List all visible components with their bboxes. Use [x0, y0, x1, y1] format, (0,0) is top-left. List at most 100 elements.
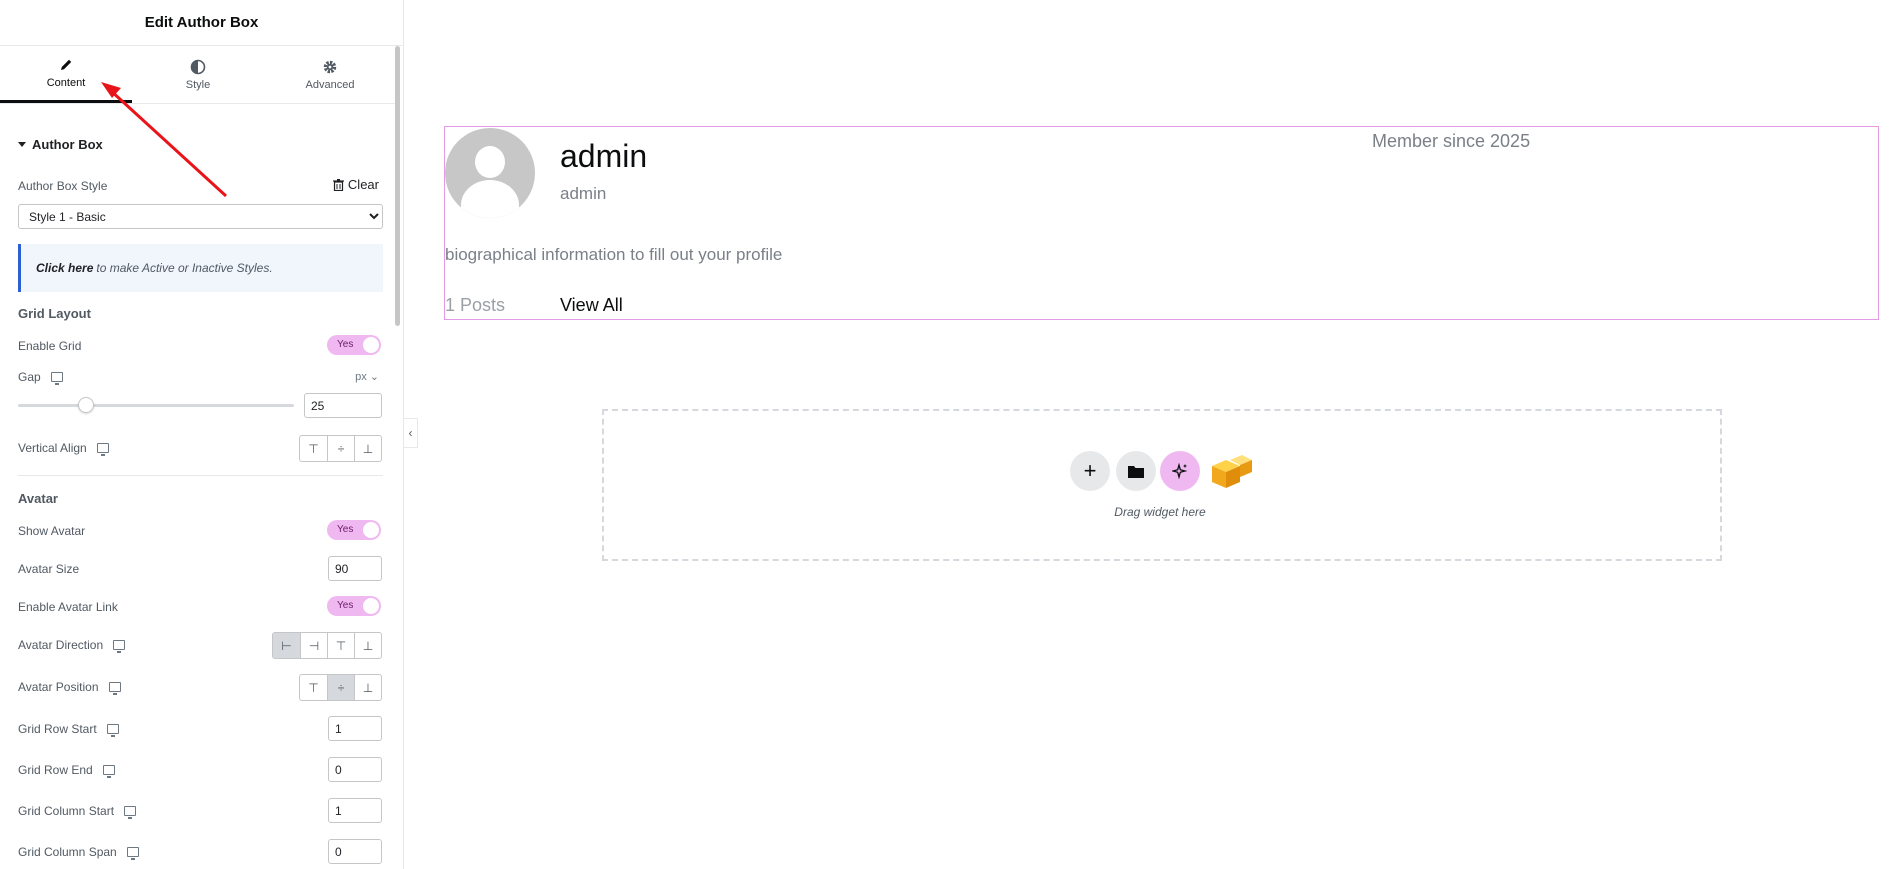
grid-column-start-label: Grid Column Start	[18, 804, 137, 819]
monitor-icon[interactable]	[102, 765, 115, 778]
grid-row-start-label: Grid Row Start	[18, 722, 119, 737]
tab-content[interactable]: Content	[0, 46, 132, 103]
collapse-panel-button[interactable]: ‹	[404, 418, 418, 448]
avatar-heading: Avatar	[18, 491, 58, 506]
position-top-button[interactable]: ⊤	[300, 675, 327, 700]
show-avatar-toggle[interactable]: Yes	[327, 520, 381, 540]
notice-link[interactable]: Click here	[36, 261, 93, 275]
monitor-icon[interactable]	[50, 372, 63, 385]
author-username: admin	[560, 184, 607, 203]
grid-column-start-text: Grid Column Start	[18, 804, 115, 818]
notice-text: to make Active or Inactive Styles.	[96, 261, 273, 275]
member-since: Member since 2025	[1372, 131, 1531, 151]
contrast-icon	[190, 59, 206, 74]
grid-column-start-input[interactable]	[328, 798, 382, 823]
align-middle-button[interactable]: ÷	[327, 436, 354, 461]
grid-row-end-text: Grid Row End	[18, 763, 93, 777]
section-author-box-label: Author Box	[32, 137, 103, 152]
avatar-body-shape	[461, 180, 519, 218]
show-avatar-label: Show Avatar	[18, 524, 85, 538]
grid-column-span-input[interactable]	[328, 839, 382, 864]
template-library-button[interactable]	[1116, 451, 1156, 491]
enable-avatar-link-toggle[interactable]: Yes	[327, 596, 381, 616]
author-box-style-select[interactable]: Style 1 - Basic	[18, 204, 383, 229]
grid-row-end-input[interactable]	[328, 757, 382, 782]
tab-content-label: Content	[46, 77, 86, 89]
section-author-box[interactable]: Author Box	[18, 137, 103, 152]
gap-label: Gap	[18, 370, 63, 385]
add-section-button[interactable]: +	[1070, 451, 1110, 491]
author-bio: biographical information to fill out you…	[445, 245, 783, 264]
panel-title: Edit Author Box	[0, 0, 403, 46]
grid-column-span-label: Grid Column Span	[18, 845, 139, 860]
direction-bottom-button[interactable]: ⊥	[354, 633, 381, 658]
vertical-align-text: Vertical Align	[18, 441, 87, 455]
avatar-position-label: Avatar Position	[18, 680, 121, 695]
tab-style-label: Style	[185, 78, 211, 91]
vertical-align-label: Vertical Align	[18, 441, 109, 456]
enable-avatar-link-text: Enable Avatar Link	[18, 600, 118, 614]
grid-row-start-text: Grid Row Start	[18, 722, 97, 736]
monitor-icon[interactable]	[108, 682, 121, 695]
panel-tabs: Content Style Advanced	[0, 46, 396, 104]
sparkle-icon	[1172, 463, 1188, 479]
ai-assistant-button[interactable]	[1160, 451, 1200, 491]
view-all-link[interactable]: View All	[560, 295, 623, 316]
direction-top-button[interactable]: ⊤	[327, 633, 354, 658]
trash-icon	[332, 178, 344, 191]
show-avatar-toggle-value: Yes	[337, 524, 354, 535]
monitor-icon[interactable]	[96, 443, 109, 456]
gap-unit-select[interactable]: px ⌄	[355, 370, 379, 383]
author-name[interactable]: admin	[560, 138, 647, 175]
pencil-icon	[61, 59, 72, 70]
section-divider	[18, 475, 383, 476]
grid-layout-heading: Grid Layout	[18, 306, 91, 321]
monitor-icon[interactable]	[124, 806, 137, 819]
direction-left-button[interactable]: ⊢	[273, 633, 300, 658]
monitor-icon[interactable]	[106, 724, 119, 737]
show-avatar-text: Show Avatar	[18, 524, 86, 538]
gear-icon	[323, 60, 337, 73]
position-middle-button[interactable]: ÷	[327, 675, 354, 700]
tab-advanced[interactable]: Advanced	[264, 46, 396, 103]
avatar-size-text: Avatar Size	[18, 562, 80, 576]
enable-grid-toggle[interactable]: Yes	[327, 335, 381, 355]
gap-text: Gap	[18, 370, 41, 384]
author-box-style-label: Author Box Style	[18, 179, 107, 193]
author-box-widget[interactable]	[444, 126, 1879, 320]
caret-down-icon	[18, 142, 26, 147]
position-bottom-button[interactable]: ⊥	[354, 675, 381, 700]
avatar-position-buttons: ⊤ ÷ ⊥	[299, 674, 382, 701]
enable-avatar-link-label: Enable Avatar Link	[18, 600, 118, 614]
avatar-size-input[interactable]	[328, 556, 382, 581]
enable-grid-toggle-value: Yes	[337, 339, 354, 350]
avatar-position-text: Avatar Position	[18, 680, 99, 694]
avatar-size-label: Avatar Size	[18, 562, 79, 576]
clear-button[interactable]: Clear	[332, 177, 379, 192]
tab-style[interactable]: Style	[132, 46, 264, 103]
panel-scrollbar[interactable]	[395, 46, 400, 326]
enable-grid-text: Enable Grid	[18, 339, 82, 353]
grid-column-span-text: Grid Column Span	[18, 845, 117, 859]
drag-widget-text: Drag widget here	[1114, 505, 1206, 519]
gap-input[interactable]	[304, 393, 382, 418]
blocks-cube-icon[interactable]	[1208, 452, 1252, 492]
align-bottom-button[interactable]: ⊥	[354, 436, 381, 461]
grid-row-start-input[interactable]	[328, 716, 382, 741]
avatar[interactable]	[445, 128, 535, 218]
monitor-icon[interactable]	[126, 847, 139, 860]
direction-right-button[interactable]: ⊣	[300, 633, 327, 658]
monitor-icon[interactable]	[113, 640, 126, 653]
vertical-align-buttons: ⊤ ÷ ⊥	[299, 435, 382, 462]
gap-slider-track[interactable]	[18, 404, 294, 407]
avatar-head-shape	[475, 146, 505, 178]
avatar-direction-label: Avatar Direction	[18, 638, 126, 653]
clear-button-label: Clear	[347, 177, 379, 192]
drop-zone[interactable]	[602, 409, 1722, 561]
author-box-style-text: Author Box Style	[18, 179, 108, 193]
enable-grid-label: Enable Grid	[18, 339, 81, 353]
editor-panel: Edit Author Box Content Style Advanced A…	[0, 0, 404, 869]
gap-slider-handle[interactable]	[78, 397, 94, 413]
grid-row-end-label: Grid Row End	[18, 763, 115, 778]
align-top-button[interactable]: ⊤	[300, 436, 327, 461]
